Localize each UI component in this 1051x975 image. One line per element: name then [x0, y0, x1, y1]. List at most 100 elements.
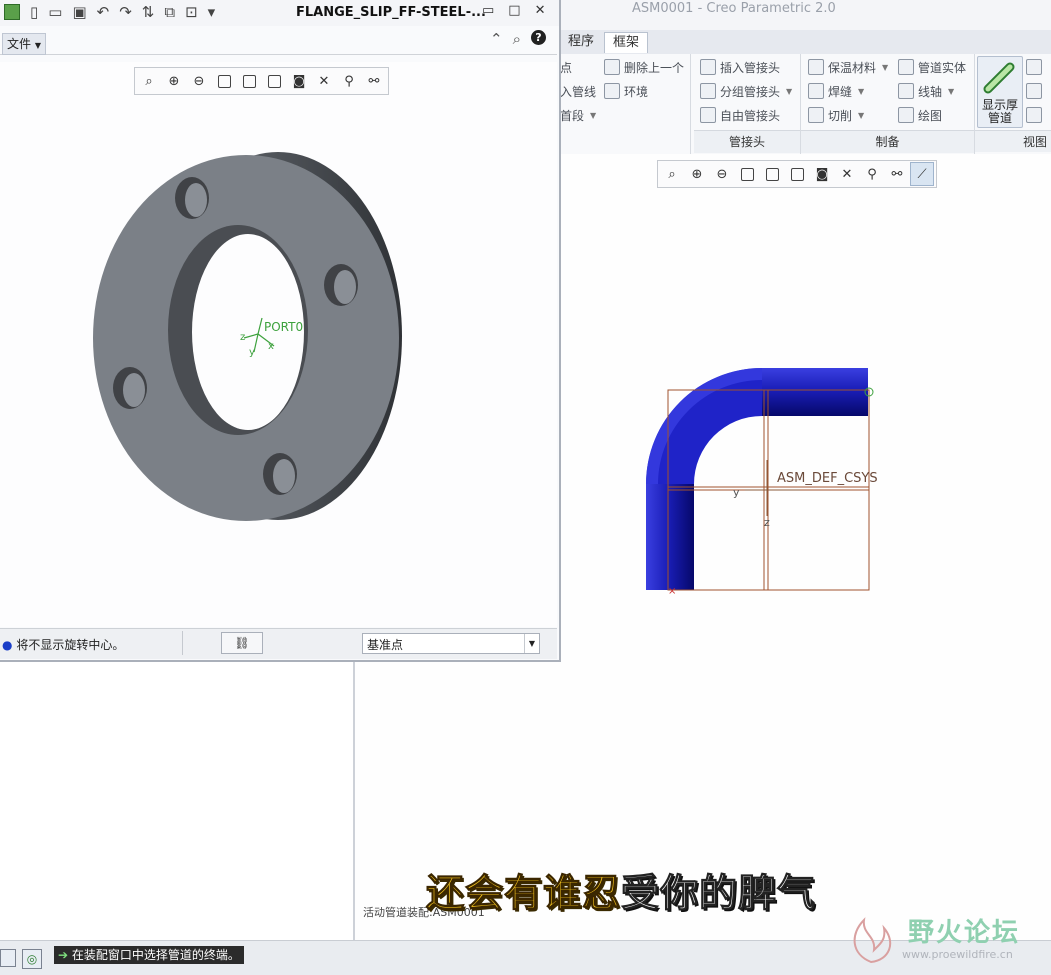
insert-fitting-icon — [700, 59, 716, 75]
view-manager-button[interactable]: ◙ — [810, 162, 834, 186]
ribbon-point[interactable]: 点 — [560, 58, 572, 76]
collapse-ribbon-icon[interactable]: ⌃ — [490, 30, 503, 48]
saved-views-button[interactable] — [262, 69, 286, 93]
display-style-button[interactable] — [760, 162, 784, 186]
delete-previous-icon — [604, 59, 620, 75]
pipe-start-marker[interactable]: × — [668, 586, 676, 597]
selection-filter-dropdown[interactable]: 基准点 ▼ — [362, 633, 540, 654]
selection-filter-value: 基准点 — [367, 638, 404, 652]
repaint-button[interactable] — [735, 162, 759, 186]
spin-center-button[interactable]: ⚲ — [860, 162, 884, 186]
customize-icon[interactable]: ▾ — [208, 3, 216, 21]
flange-window-titlebar: ▯ ▭ ▣ ↶ ↷ ⇅ ⧉ ⊡ ▾ FLANGE_SLIP_FF-STEEL-.… — [0, 0, 559, 26]
open-folder-icon[interactable]: ▭ — [48, 3, 62, 21]
zoom-out-button[interactable]: ⊖ — [710, 162, 734, 186]
refit-button[interactable]: ⌕ — [660, 162, 684, 186]
tab-program[interactable]: 程序 — [560, 32, 602, 52]
ribbon-divider — [690, 54, 691, 154]
dropdown-arrow-icon: ▼ — [948, 86, 955, 96]
file-menu-label: 文件 — [7, 37, 32, 51]
browser-toggle-icon[interactable]: ◎ — [22, 949, 42, 969]
subtitle-part1: 还会有谁忍 — [425, 871, 622, 916]
tab-frame[interactable]: 框架 — [604, 32, 649, 53]
csys-axis-z: z — [764, 516, 770, 529]
flange-menubar: 文件 ▼ ⌃ ⌕ ? — [0, 30, 557, 55]
zoom-in-button[interactable]: ⊕ — [162, 69, 186, 93]
ribbon-drawing[interactable]: 绘图 — [898, 106, 942, 124]
model-tree-panel — [0, 662, 355, 940]
regenerate-icon[interactable]: ⇅ — [142, 3, 155, 21]
close-window-icon[interactable]: ⊡ — [185, 3, 198, 21]
save-icon[interactable]: ▣ — [72, 3, 86, 21]
ribbon-spool[interactable]: 线轴 ▼ — [898, 82, 954, 100]
ribbon-segment[interactable]: 首段 ▼ — [560, 106, 596, 124]
ribbon-free-fitting[interactable]: 自由管接头 — [700, 106, 780, 124]
cut-icon — [808, 107, 824, 123]
ribbon-point-label: 点 — [560, 60, 573, 75]
close-icon[interactable]: ✕ — [535, 3, 546, 18]
ribbon-cut-label: 切削 — [828, 108, 853, 123]
watermark-url: www.proewildfire.cn — [902, 948, 1013, 961]
repaint-button[interactable] — [212, 69, 236, 93]
search-icon[interactable]: ⌕ — [513, 30, 521, 48]
bolt-hole-inner — [185, 183, 207, 217]
group-label-fabrication: 制备 — [801, 130, 974, 153]
view-tool-icon — [1026, 107, 1042, 123]
ribbon-view-tool-1[interactable] — [1026, 58, 1042, 76]
flange-window-title: FLANGE_SLIP_FF-STEEL-... — [296, 5, 486, 20]
ribbon-insulation[interactable]: 保温材料 ▼ — [808, 58, 888, 76]
csys-axis-x: x — [268, 341, 274, 352]
new-file-icon[interactable]: ▯ — [30, 3, 38, 21]
chevron-down-icon[interactable]: ▼ — [524, 634, 539, 653]
ribbon-group-fitting[interactable]: 分组管接头 ▼ — [700, 82, 792, 100]
view-tool-icon — [1026, 83, 1042, 99]
main-view-toolbar: ⌕ ⊕ ⊖ ◙ ✕ ⚲ ⚯ ⟋ — [657, 160, 937, 188]
display-style-button[interactable] — [237, 69, 261, 93]
csys-axis-y: y — [249, 347, 255, 358]
annotation-display-button[interactable]: ⚯ — [885, 162, 909, 186]
ribbon-tabs: 程序 框架 — [560, 30, 1051, 55]
csys-axis-y: y — [733, 486, 740, 499]
spin-center-button[interactable]: ⚲ — [337, 69, 361, 93]
help-icon[interactable]: ? — [530, 30, 546, 45]
undo-icon[interactable]: ↶ — [97, 3, 110, 21]
ribbon-cut[interactable]: 切削 ▼ — [808, 106, 864, 124]
saved-views-button[interactable] — [785, 162, 809, 186]
ribbon-delete-previous[interactable]: 删除上一个 — [604, 58, 684, 76]
window-controls: ▭ □ ✕ — [482, 3, 546, 18]
dropdown-arrow-icon: ▼ — [882, 62, 889, 72]
ribbon-pipe-solid-label: 管道实体 — [918, 60, 967, 75]
maximize-icon[interactable]: □ — [508, 3, 520, 18]
file-menu[interactable]: 文件 ▼ — [2, 33, 46, 55]
show-thick-pipe-button[interactable]: 显示厚 管道 — [977, 56, 1023, 128]
view-tool-icon — [1026, 59, 1042, 75]
datum-display-button[interactable]: ✕ — [312, 69, 336, 93]
model-tree-toggle-icon[interactable] — [0, 949, 16, 967]
thick-pipe-toggle[interactable]: ⟋ — [910, 162, 934, 186]
windows-icon[interactable]: ⧉ — [164, 3, 175, 21]
view-manager-button[interactable]: ◙ — [287, 69, 311, 93]
redo-icon[interactable]: ↷ — [119, 3, 132, 21]
group-fitting-icon — [700, 83, 716, 99]
zoom-out-button[interactable]: ⊖ — [187, 69, 211, 93]
info-bullet-icon: ● — [2, 638, 13, 652]
ribbon-route-line[interactable]: 入管线 — [560, 82, 596, 100]
status-divider — [182, 631, 183, 655]
flange-graphics-area[interactable]: PORT0 z y x — [0, 62, 557, 627]
ribbon-environment-label: 环境 — [624, 84, 649, 99]
ribbon-weld[interactable]: 焊缝 ▼ — [808, 82, 864, 100]
refit-button[interactable]: ⌕ — [137, 69, 161, 93]
find-button[interactable]: ⛓ — [221, 632, 263, 654]
datum-display-button[interactable]: ✕ — [835, 162, 859, 186]
zoom-out-icon: ⊖ — [716, 166, 728, 182]
ribbon-environment[interactable]: 环境 — [604, 82, 648, 100]
annotation-display-button[interactable]: ⚯ — [362, 69, 386, 93]
flange-model[interactable] — [0, 62, 557, 627]
zoom-in-button[interactable]: ⊕ — [685, 162, 709, 186]
pipe-horizontal-leg — [762, 368, 868, 416]
ribbon-pipe-solid[interactable]: 管道实体 — [898, 58, 966, 76]
ribbon-view-tool-3[interactable] — [1026, 106, 1042, 124]
ribbon-view-tool-2[interactable] — [1026, 82, 1042, 100]
minimize-icon[interactable]: ▭ — [482, 3, 494, 18]
ribbon-insert-fitting[interactable]: 插入管接头 — [700, 58, 780, 76]
